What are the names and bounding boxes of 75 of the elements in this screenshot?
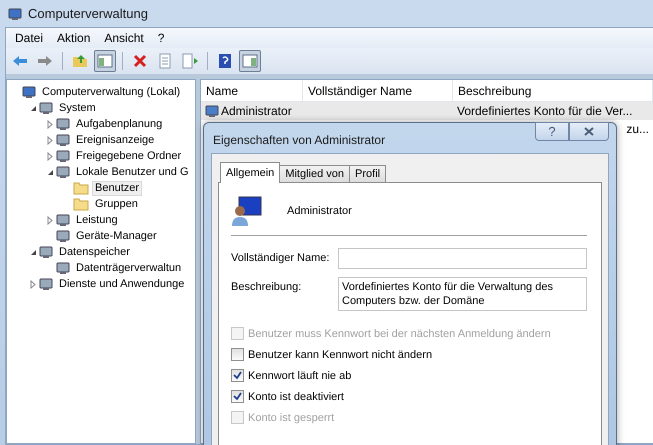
input-field[interactable] [338,248,587,269]
collapsed-arrow-icon[interactable] [30,280,36,288]
collapsed-arrow-icon[interactable] [47,136,53,144]
computer-icon [39,101,53,115]
checkbox-label: Konto ist deaktiviert [248,390,344,402]
computer-icon [56,117,70,131]
pane-icon [242,54,258,68]
export-icon [182,53,198,69]
tab[interactable]: Mitglied von [279,165,350,183]
delete-x-icon [132,53,148,69]
tab[interactable]: Profil [349,165,386,183]
tree-item[interactable]: Aufgabenplanung [73,116,166,132]
computer-icon [56,149,70,163]
collapsed-arrow-icon[interactable] [47,120,53,128]
expanded-arrow-icon[interactable] [46,168,54,176]
field-label: Vollständiger Name: [231,251,330,264]
checkbox-label: Konto ist gesperrt [248,412,334,424]
menu-item[interactable]: Aktion [50,31,98,45]
computer-icon [39,245,53,259]
checkbox-label: Benutzer muss Kennwort bei der nächsten Anmeldung ändern [248,328,551,340]
menu-item[interactable]: Ansicht [97,31,151,45]
folder-up-icon [72,54,88,68]
input-field[interactable]: Vordefiniertes Konto für die Verwaltung des Computers bzw. der Domäne [338,277,587,311]
tree-item[interactable]: Ereignisanzeige [73,132,158,148]
collapsed-arrow-icon[interactable] [47,216,53,224]
collapsed-arrow-icon[interactable] [47,152,53,160]
document-icon [158,53,172,69]
tree-item[interactable]: Lokale Benutzer und G [73,164,192,180]
computer-icon [56,261,70,275]
help-button[interactable]: ? [535,122,569,141]
field-label: Beschreibung: [231,280,302,293]
expanded-arrow-icon[interactable] [30,248,36,256]
tree-item[interactable]: Datenspeicher [56,244,133,260]
menu-item[interactable]: Datei [8,31,50,45]
computer-icon [56,229,70,243]
menu-item[interactable]: ? [150,31,172,45]
computer-icon [39,277,53,291]
tree-item[interactable]: Geräte-Manager [73,228,160,244]
tab[interactable]: Allgemein [220,162,280,183]
window-title: Computerverwaltung [28,6,148,21]
computer-icon [8,6,22,20]
computer-icon [56,213,70,227]
tree-item[interactable]: System [56,100,99,116]
help-icon [218,53,232,69]
close-icon [584,127,594,136]
computer-icon [56,165,70,179]
tree-item[interactable]: Datenträgerverwaltun [73,260,184,276]
table-cell: Vordefiniertes Konto für die Ver... [457,104,632,118]
checkbox[interactable] [231,348,244,361]
tree-item[interactable]: Leistung [73,212,121,228]
back-arrow-icon [12,55,28,67]
computer-icon [22,85,36,99]
checkbox-label: Benutzer kann Kennwort nicht ändern [248,348,432,360]
folder-icon [73,197,89,211]
tree-item[interactable]: Computerverwaltung (Lokal) [39,84,184,100]
tree-item[interactable]: Dienste und Anwendunge [56,276,188,292]
checkbox[interactable] [231,369,244,382]
toolbar-button[interactable] [94,50,116,72]
tree-item[interactable]: Gruppen [92,196,141,212]
dialog-title: Eigenschaften von Administrator [213,132,386,147]
close-button[interactable] [569,122,609,141]
computer-icon [56,133,70,147]
checkbox-label: Kennwort läuft nie ab [248,370,352,382]
forward-arrow-icon [37,55,53,67]
list-row[interactable]: Administrator Vordefiniertes Konto für die Ver... [201,102,653,120]
user-name: Administrator [287,205,352,217]
toolbar-button[interactable] [239,50,261,72]
checkbox[interactable] [231,390,244,403]
folder-icon [73,181,89,195]
tree-item[interactable]: Benutzer [92,180,142,196]
table-cell: Administrator [221,104,292,118]
tree-item[interactable]: Freigegebene Ordner [73,148,184,164]
pane-icon [97,54,113,68]
expanded-arrow-icon[interactable] [30,104,36,112]
user-computer-icon [231,195,263,227]
